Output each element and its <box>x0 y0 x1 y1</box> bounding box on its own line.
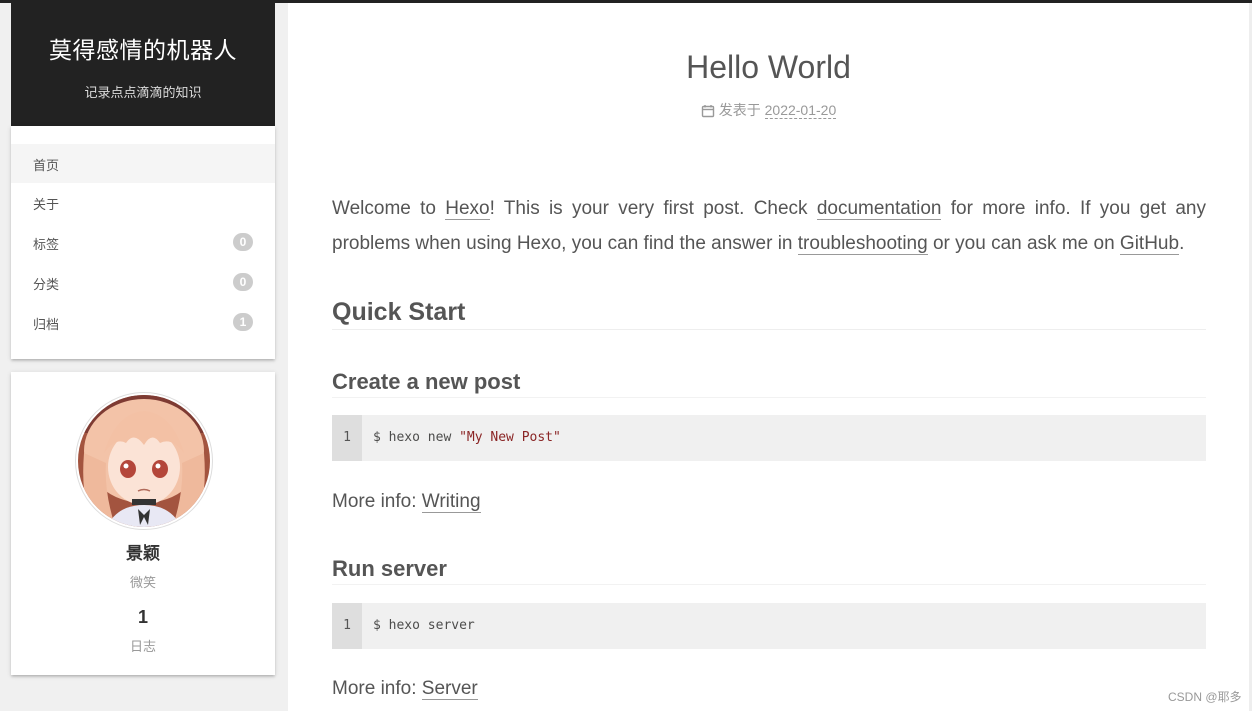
code-line: $ hexo new "My New Post" <box>373 415 561 461</box>
sidebar-menu: 首页 关于 标签 0 分类 0 归档 1 <box>11 126 275 359</box>
sidebar-item-label: 首页 <box>33 158 60 173</box>
site-title[interactable]: 莫得感情的机器人 <box>11 31 275 65</box>
line-number: 1 <box>332 603 362 649</box>
post-meta: 发表于 2022-01-20 <box>288 100 1249 120</box>
link-server[interactable]: Server <box>421 678 478 700</box>
author-description: 微笑 <box>129 575 156 590</box>
sidebar-item-label: 归档 <box>33 317 60 332</box>
code-command: $ hexo new <box>373 430 460 445</box>
author-profile: 景颖 微笑 1 日志 <box>11 372 275 675</box>
sidebar-item-home[interactable]: 首页 <box>11 144 275 183</box>
post-title[interactable]: Hello World <box>288 49 1249 86</box>
meta-prefix: 发表于 <box>718 102 761 118</box>
posts-count[interactable]: 1 <box>11 607 275 628</box>
code-block: 1 $ hexo server <box>332 603 1206 649</box>
link-hexo[interactable]: Hexo <box>445 198 490 220</box>
count-badge: 0 <box>233 273 253 291</box>
count-badge: 1 <box>233 313 253 331</box>
more-info-writing: More info: Writing <box>332 484 1206 519</box>
sidebar-item-label: 分类 <box>33 277 60 292</box>
link-github[interactable]: GitHub <box>1119 233 1180 255</box>
post-date: 2022-01-20 <box>764 102 837 119</box>
count-badge: 0 <box>233 233 253 251</box>
link-writing[interactable]: Writing <box>421 491 481 513</box>
post-container: Hello World 发表于 2022-01-20 Welcome to He… <box>288 3 1249 711</box>
heading-quick-start: Quick Start <box>332 298 1206 330</box>
posts-label[interactable]: 日志 <box>11 636 275 655</box>
link-troubleshooting[interactable]: troubleshooting <box>797 233 928 255</box>
text: More info: <box>332 678 422 699</box>
sidebar-item-about[interactable]: 关于 <box>11 183 275 222</box>
more-info-server: More info: Server <box>332 671 1206 706</box>
sidebar-item-archives[interactable]: 归档 1 <box>11 303 275 342</box>
intro-paragraph: Welcome to Hexo! This is your very first… <box>332 191 1206 261</box>
sidebar-item-tags[interactable]: 标签 0 <box>11 223 275 262</box>
text: . <box>1179 233 1185 254</box>
heading-create-post: Create a new post <box>332 369 1206 398</box>
code-string: "My New Post" <box>459 430 561 445</box>
heading-run-server: Run server <box>332 556 1206 585</box>
code-block: 1 $ hexo new "My New Post" <box>332 415 1206 461</box>
avatar-illustration <box>78 395 210 527</box>
author-name: 景颖 <box>126 544 160 563</box>
text: More info: <box>332 491 422 512</box>
site-subtitle: 记录点点滴滴的知识 <box>84 85 202 100</box>
calendar-icon <box>701 105 714 118</box>
sidebar-item-label: 标签 <box>33 237 60 252</box>
sidebar-item-label: 关于 <box>33 197 60 212</box>
link-documentation[interactable]: documentation <box>816 198 942 220</box>
text: Welcome to <box>332 198 446 219</box>
text: ! This is your very first post. Check <box>489 198 817 219</box>
site-brand: 莫得感情的机器人 记录点点滴滴的知识 <box>11 3 275 126</box>
line-number: 1 <box>332 415 362 461</box>
avatar <box>75 392 213 530</box>
text: or you can ask me on <box>927 233 1120 254</box>
code-line: $ hexo server <box>373 618 475 633</box>
sidebar-item-categories[interactable]: 分类 0 <box>11 263 275 302</box>
watermark: CSDN @耶多 <box>1168 690 1242 704</box>
